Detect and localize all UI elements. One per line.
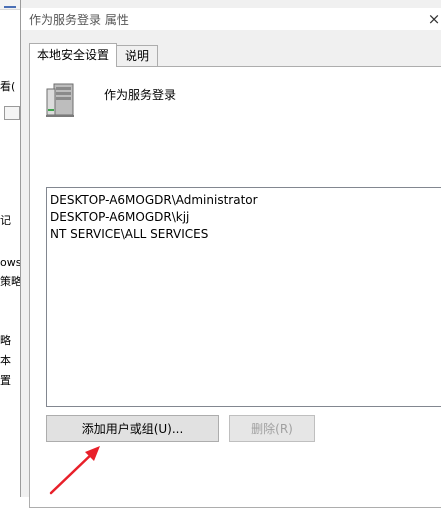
background-text-fragment: 本 bbox=[0, 354, 11, 367]
list-item[interactable]: DESKTOP-A6MOGDR\kjj bbox=[50, 209, 189, 226]
background-text-fragment: 置 bbox=[0, 374, 11, 387]
close-icon[interactable]: × bbox=[426, 8, 441, 30]
policy-name: 作为服务登录 bbox=[104, 88, 177, 102]
background-text-fragment: 记 bbox=[0, 214, 11, 227]
background-text-fragment: ows bbox=[0, 256, 22, 269]
account-list[interactable]: DESKTOP-A6MOGDR\Administrator DESKTOP-A6… bbox=[46, 187, 441, 407]
server-icon bbox=[46, 83, 74, 117]
properties-dialog: 作为服务登录 属性 × 本地安全设置 说明 作为服务登录 DESKTOP-A6M… bbox=[20, 0, 441, 508]
tab-explain[interactable]: 说明 bbox=[116, 45, 158, 66]
tab-local-security-setting[interactable]: 本地安全设置 bbox=[29, 43, 117, 67]
background-text-fragment: 策略 bbox=[0, 275, 22, 288]
title-bar[interactable]: 作为服务登录 属性 × bbox=[21, 8, 441, 30]
toolbar-icon[interactable] bbox=[4, 0, 16, 8]
dialog-title: 作为服务登录 属性 bbox=[29, 13, 129, 27]
list-item[interactable]: DESKTOP-A6MOGDR\Administrator bbox=[50, 192, 258, 209]
list-item[interactable]: NT SERVICE\ALL SERVICES bbox=[50, 226, 208, 243]
remove-button[interactable]: 删除(R) bbox=[229, 415, 315, 442]
background-checkbox[interactable] bbox=[4, 106, 20, 120]
add-user-or-group-button[interactable]: 添加用户或组(U)... bbox=[46, 415, 219, 442]
tab-panel: 作为服务登录 DESKTOP-A6MOGDR\Administrator DES… bbox=[29, 66, 441, 508]
background-text-fragment: 略 bbox=[0, 334, 11, 347]
background-text-fragment: 看( bbox=[0, 80, 16, 93]
